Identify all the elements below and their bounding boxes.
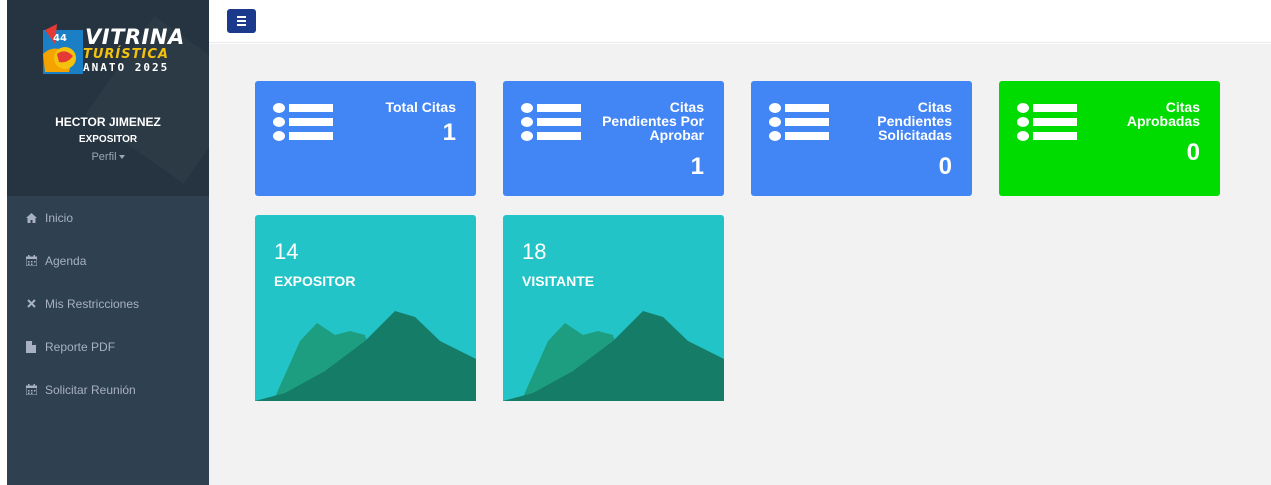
card-title: Citas Pendientes Por Aprobar bbox=[602, 99, 704, 143]
card-citas-pendientes-por-aprobar[interactable]: Citas Pendientes Por Aprobar 1 bbox=[503, 81, 724, 196]
list-icon bbox=[769, 103, 829, 147]
calendar-icon bbox=[25, 384, 37, 396]
file-icon bbox=[25, 340, 37, 353]
menu-toggle-button[interactable] bbox=[227, 9, 256, 33]
app: 44 VITRINA TURÍSTICA ANATO 2025 HECTOR J… bbox=[0, 0, 1271, 485]
card-value: 0 bbox=[1186, 139, 1200, 166]
stat-card-visitante[interactable]: 18 VISITANTE bbox=[503, 215, 724, 401]
logo-year: ANATO 2025 bbox=[83, 61, 170, 74]
sidebar: 44 VITRINA TURÍSTICA ANATO 2025 HECTOR J… bbox=[7, 0, 209, 485]
mountains-icon bbox=[255, 311, 476, 401]
card-title: Citas Pendientes Solicitadas bbox=[877, 99, 952, 143]
sidebar-item-label: Reporte PDF bbox=[45, 339, 116, 354]
sidebar-item-label: Agenda bbox=[45, 253, 87, 268]
mountains-icon bbox=[503, 311, 724, 401]
card-value: 1 bbox=[690, 153, 704, 180]
sidebar-item-agenda[interactable]: Agenda bbox=[7, 239, 209, 282]
card-title: Total Citas bbox=[385, 99, 456, 115]
card-citas-pendientes-solicitadas[interactable]: Citas Pendientes Solicitadas 0 bbox=[751, 81, 972, 196]
hamburger-icon bbox=[237, 16, 246, 18]
user-role: EXPOSITOR bbox=[78, 134, 138, 145]
sidebar-item-solicitar-reunion[interactable]: Solicitar Reunión bbox=[7, 368, 209, 411]
logo-badge-icon: 44 bbox=[43, 24, 83, 74]
card-value: 0 bbox=[938, 153, 952, 180]
logo-title: VITRINA bbox=[85, 25, 185, 49]
stat-number: 18 bbox=[522, 239, 547, 264]
sidebar-item-mis-restricciones[interactable]: Mis Restricciones bbox=[7, 282, 209, 325]
stat-label: EXPOSITOR bbox=[274, 273, 356, 289]
list-icon bbox=[521, 103, 581, 147]
hamburger-icon-line bbox=[237, 24, 246, 26]
card-value: 1 bbox=[442, 119, 456, 146]
sidebar-item-inicio[interactable]: Inicio bbox=[7, 196, 209, 239]
user-name: HECTOR JIMENEZ bbox=[55, 115, 161, 129]
list-icon bbox=[273, 103, 333, 147]
stat-card-expositor[interactable]: 14 EXPOSITOR bbox=[255, 215, 476, 401]
sidebar-header: 44 VITRINA TURÍSTICA ANATO 2025 HECTOR J… bbox=[7, 0, 209, 196]
logo-subtitle: TURÍSTICA bbox=[83, 47, 169, 62]
hamburger-icon-line bbox=[237, 20, 246, 22]
sidebar-item-label: Solicitar Reunión bbox=[45, 382, 136, 397]
sidebar-item-reporte-pdf[interactable]: Reporte PDF bbox=[7, 325, 209, 368]
stat-number: 14 bbox=[274, 239, 299, 264]
home-icon bbox=[25, 212, 37, 224]
card-total-citas[interactable]: Total Citas 1 bbox=[255, 81, 476, 196]
card-citas-aprobadas[interactable]: Citas Aprobadas 0 bbox=[999, 81, 1220, 196]
sidebar-nav: Inicio Agenda Mis Restricciones Reporte … bbox=[7, 196, 209, 411]
stat-label: VISITANTE bbox=[522, 273, 595, 289]
caret-down-icon bbox=[118, 155, 125, 160]
logo-badge-number: 44 bbox=[53, 33, 67, 44]
topbar bbox=[209, 0, 1271, 43]
profile-label: Perfil bbox=[91, 151, 117, 163]
close-icon bbox=[25, 298, 37, 310]
dashboard-content: Total Citas 1 Citas Pendientes Por Aprob… bbox=[209, 44, 1271, 485]
calendar-icon bbox=[25, 255, 37, 267]
list-icon bbox=[1017, 103, 1077, 147]
logo: 44 VITRINA TURÍSTICA ANATO 2025 bbox=[43, 24, 191, 76]
profile-dropdown[interactable]: Perfil bbox=[7, 151, 209, 163]
sidebar-item-label: Mis Restricciones bbox=[45, 296, 140, 311]
sidebar-item-label: Inicio bbox=[45, 210, 74, 225]
card-title: Citas Aprobadas bbox=[1126, 99, 1200, 129]
